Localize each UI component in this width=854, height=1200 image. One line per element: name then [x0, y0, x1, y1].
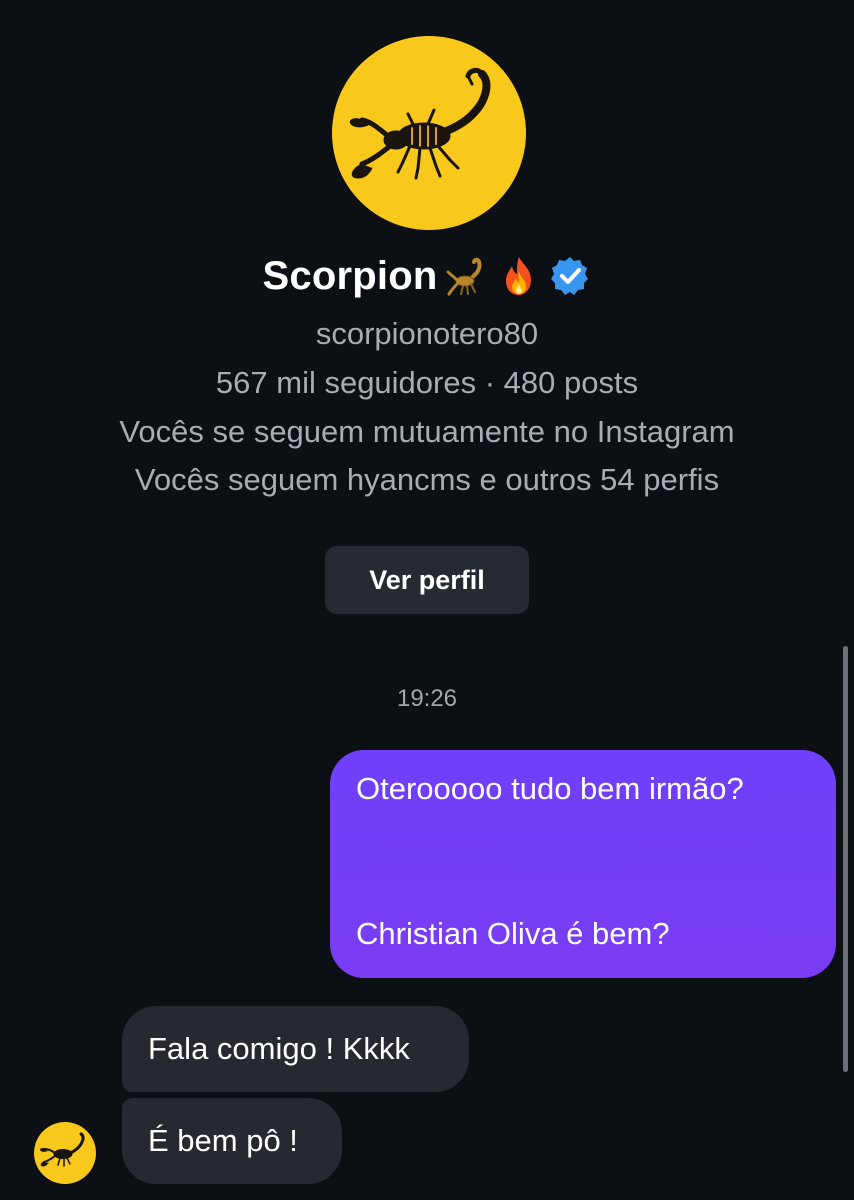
- outgoing-message-line: Christian Oliva é bem?: [356, 916, 670, 951]
- scorpion-emoji-icon: [445, 254, 489, 298]
- profile-name-row: Scorpion: [0, 246, 854, 306]
- incoming-message-text: É bem pô !: [148, 1123, 298, 1158]
- incoming-message-bubble[interactable]: É bem pô !: [122, 1098, 342, 1184]
- scrollbar[interactable]: [843, 646, 848, 1072]
- scorpion-icon: [40, 1132, 85, 1167]
- verified-badge-icon: [549, 255, 591, 297]
- dm-thread-screen: Scorpion scorpionotero80 567 mil seguido…: [0, 0, 854, 1200]
- profile-avatar[interactable]: [332, 36, 526, 230]
- outgoing-message-line: Oterooooo tudo bem irmão?: [356, 771, 744, 806]
- scorpion-icon: [349, 67, 491, 180]
- incoming-message-bubble[interactable]: Fala comigo ! Kkkk: [122, 1006, 469, 1092]
- profile-display-name: Scorpion: [262, 253, 438, 298]
- incoming-message-text: Fala comigo ! Kkkk: [148, 1031, 410, 1066]
- fire-emoji-icon: [497, 254, 541, 298]
- profile-username: scorpionotero80: [315, 316, 539, 351]
- followed-by-text: Vocês seguem hyancms e outros 54 perfis: [134, 462, 720, 497]
- profile-stats: 567 mil seguidores · 480 posts: [215, 365, 639, 400]
- mutual-follow-text: Vocês se seguem mutuamente no Instagram: [119, 414, 735, 449]
- view-profile-button[interactable]: Ver perfil: [325, 546, 529, 614]
- message-timestamp: 19:26: [396, 685, 458, 712]
- outgoing-message-bubble[interactable]: Oterooooo tudo bem irmão? Christian Oliv…: [330, 750, 836, 978]
- sender-avatar[interactable]: [34, 1122, 96, 1184]
